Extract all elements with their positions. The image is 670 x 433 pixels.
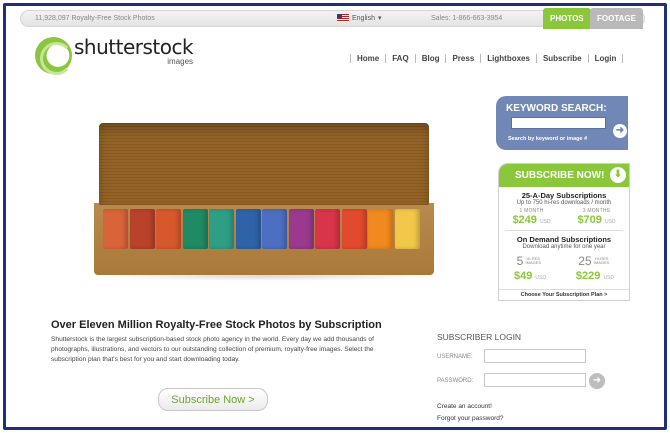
price-option[interactable]: 1 MONTH $249 USD (512, 208, 550, 226)
forgot-password-link[interactable]: Forgot your password? (437, 415, 503, 422)
password-label: PASSWORD: (437, 378, 474, 384)
username-input[interactable] (484, 349, 586, 363)
plan-on-demand[interactable]: On Demand Subscriptions Download anytime… (499, 231, 629, 282)
pastel-stick (235, 209, 261, 249)
browser-frame: 11,928,097 Royalty-Free Stock Photos Eng… (3, 3, 667, 430)
nav-lightboxes[interactable]: Lightboxes (480, 54, 536, 63)
logo[interactable]: shutterstock images (35, 35, 194, 75)
nav-blog[interactable]: Blog (414, 54, 446, 63)
hero-image-pastels (91, 121, 446, 286)
chevron-down-icon: ▾ (377, 15, 382, 22)
arrow-down-icon: ⬇ (610, 167, 626, 183)
intro-text: Shutterstock is the largest subscription… (51, 336, 374, 363)
language-selector[interactable]: English ▾ (337, 14, 381, 22)
logo-name: shutterstock (74, 35, 194, 59)
choose-plan-link[interactable]: Choose Your Subscription Plan > (499, 289, 629, 300)
username-label: USERNAME: (437, 354, 473, 360)
pastel-stick (394, 209, 420, 249)
arrow-right-icon[interactable]: ➜ (613, 124, 627, 138)
nav-login[interactable]: Login (587, 54, 624, 63)
subscribe-panel: SUBSCRIBE NOW! ⬇ 25-A-Day Subscriptions … (498, 163, 630, 301)
pastel-stick (129, 209, 155, 249)
shutterstock-logo-icon (35, 37, 73, 75)
create-account-link[interactable]: Create an account! (437, 403, 492, 410)
keyword-search-input[interactable] (511, 117, 606, 129)
pastel-stick (156, 209, 181, 249)
main-nav: Home FAQ Blog Press Lightboxes Subscribe… (350, 54, 624, 63)
keyword-search-panel: KEYWORD SEARCH: Search by keyword or ima… (496, 96, 628, 150)
pastel-stick (209, 209, 234, 249)
pastel-stick (315, 209, 340, 249)
keyword-search-hint: Search by keyword or image # (508, 136, 588, 142)
plan-daily-desc: Up to 750 hi-res downloads / month (516, 200, 612, 206)
subscribe-header[interactable]: SUBSCRIBE NOW! ⬇ (499, 164, 629, 187)
subscribe-title: SUBSCRIBE NOW! (515, 170, 605, 181)
password-input[interactable] (484, 373, 586, 387)
tab-footage[interactable]: FOOTAGE (590, 8, 643, 29)
logo-sub: images (167, 57, 194, 66)
pastel-stick (368, 209, 393, 249)
pastel-stick (262, 209, 287, 249)
plan-ondemand-title: On Demand Subscriptions (516, 235, 612, 244)
login-arrow-icon[interactable]: ➜ (589, 373, 605, 389)
nav-faq[interactable]: FAQ (385, 54, 414, 63)
plan-daily-title: 25-A-Day Subscriptions (521, 191, 607, 200)
page-headline: Over Eleven Million Royalty-Free Stock P… (51, 319, 382, 331)
nav-press[interactable]: Press (445, 54, 480, 63)
pastel-stick (182, 209, 208, 249)
login-title: SUBSCRIBER LOGIN (437, 332, 522, 342)
pastel-stick (341, 209, 367, 249)
keyword-search-title: KEYWORD SEARCH: (506, 103, 607, 114)
top-bar: 11,928,097 Royalty-Free Stock Photos Eng… (20, 8, 645, 29)
sales-phone: Sales: 1-866-663-3954 (431, 15, 503, 22)
language-label: English (352, 14, 375, 22)
price-option[interactable]: 25 HI-RES IMAGES $229 USD (576, 252, 614, 282)
pastel-stick (103, 209, 128, 249)
us-flag-icon (337, 14, 349, 22)
tab-photos[interactable]: PHOTOS (543, 8, 591, 29)
nav-home[interactable]: Home (350, 54, 385, 63)
plan-ondemand-desc: Download anytime for one year (522, 244, 606, 250)
box-lid (99, 123, 429, 205)
price-option[interactable]: 5 HI-RES IMAGES $49 USD (514, 252, 546, 282)
pastel-stick (288, 209, 314, 249)
price-option[interactable]: 3 MONTHS $709 USD (577, 208, 615, 226)
nav-subscribe[interactable]: Subscribe (535, 54, 588, 63)
plan-daily[interactable]: 25-A-Day Subscriptions Up to 750 hi-res … (499, 187, 629, 226)
photo-count: 11,928,097 Royalty-Free Stock Photos (35, 15, 155, 22)
subscribe-now-button[interactable]: Subscribe Now > (158, 388, 268, 411)
